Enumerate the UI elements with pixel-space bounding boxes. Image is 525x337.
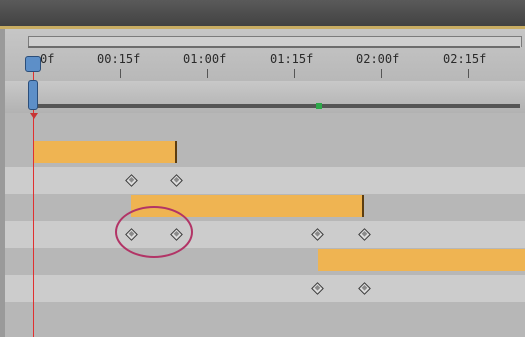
property-row-1[interactable]: [5, 167, 525, 195]
time-navigator-line: [28, 46, 520, 48]
work-area-bar[interactable]: [30, 104, 520, 108]
ruler-label-02-15f: 02:15f: [443, 52, 487, 66]
keyframe-highlight-ellipse: [115, 206, 193, 258]
layer-duration-bar-3[interactable]: [318, 249, 525, 271]
ruler-label-02-00f: 02:00f: [356, 52, 400, 66]
cache-marker: [316, 103, 322, 109]
property-row-2[interactable]: [5, 221, 525, 249]
ruler-tick: [207, 69, 208, 78]
ruler-tick: [294, 69, 295, 78]
ruler-tick: [120, 69, 121, 78]
timeline-row: [5, 302, 525, 337]
work-area-strip[interactable]: [5, 81, 525, 113]
current-time-indicator-line[interactable]: [33, 72, 34, 337]
current-time-indicator-arrow-icon: [30, 113, 38, 119]
timeline-row: [5, 113, 525, 141]
current-time-indicator-handle[interactable]: [28, 80, 38, 110]
ruler-label-01-15f: 01:15f: [270, 52, 314, 66]
current-time-indicator-icon[interactable]: [25, 56, 41, 72]
ruler-label-00-15f: 00:15f: [97, 52, 141, 66]
panel-header: [0, 0, 525, 28]
ruler-label-01-00f: 01:00f: [183, 52, 227, 66]
ruler-tick: [381, 69, 382, 78]
property-row-3[interactable]: [5, 275, 525, 303]
timeline-panel: 0f 00:15f 01:00f 01:15f 02:00f 02:15f: [0, 0, 525, 337]
ruler-label-0f: 0f: [40, 52, 55, 66]
layer-duration-bar-1[interactable]: [34, 141, 177, 163]
ruler-tick: [468, 69, 469, 78]
